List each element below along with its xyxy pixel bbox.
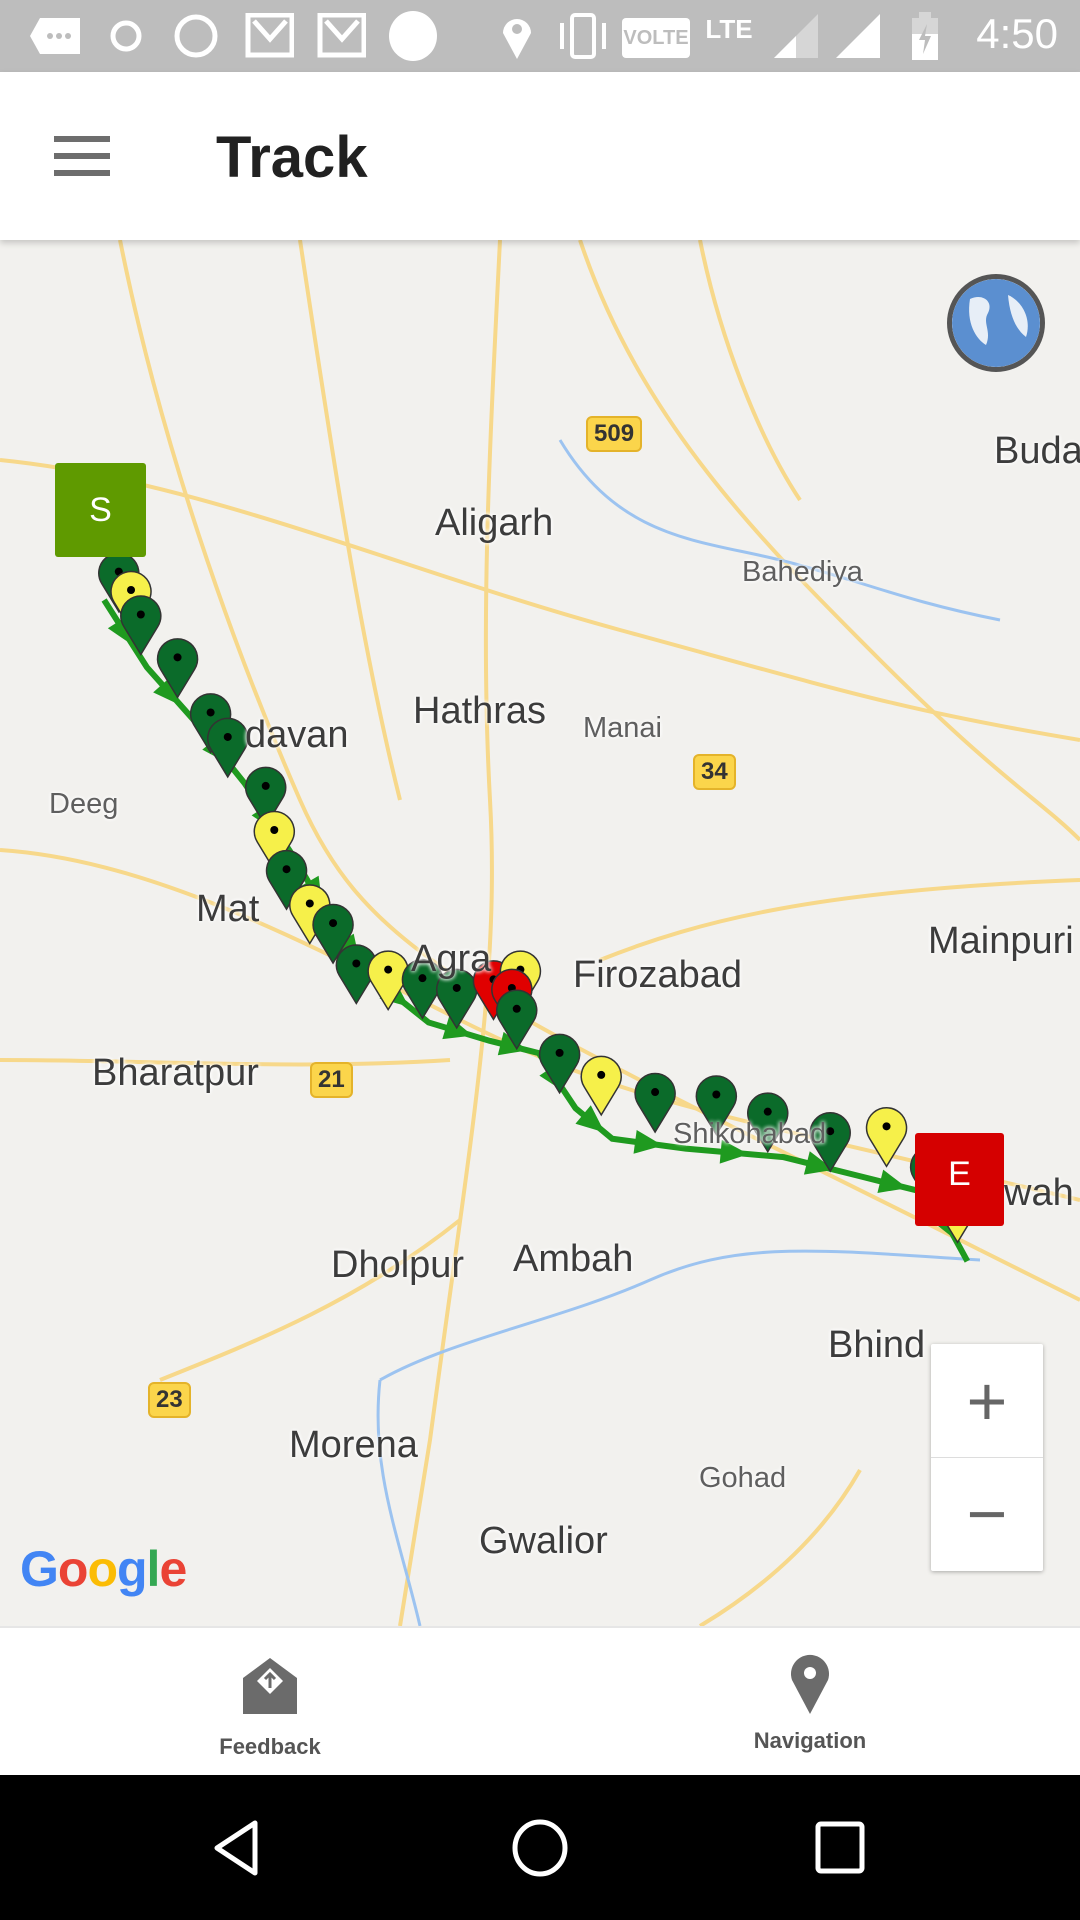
city-label: davan xyxy=(245,714,349,756)
city-label: Mat xyxy=(196,888,260,930)
hamburger-icon[interactable] xyxy=(54,136,110,176)
map-view[interactable]: Aligarh Bahediya Buda Hathras Manai Deeg… xyxy=(0,240,1080,1626)
green-location-pin[interactable] xyxy=(120,595,162,656)
system-nav-bar xyxy=(0,1775,1080,1920)
gmail-icon xyxy=(244,13,294,58)
recents-icon[interactable] xyxy=(805,1813,875,1883)
city-label: Gwalior xyxy=(479,1520,608,1562)
city-label: Firozabad xyxy=(573,954,742,996)
yellow-location-pin[interactable] xyxy=(580,1055,622,1117)
whatsapp-icon xyxy=(172,14,220,58)
city-label: Ambah xyxy=(513,1238,634,1280)
city-label: Dholpur xyxy=(331,1244,465,1286)
battery-charging-icon xyxy=(910,12,940,60)
city-label: Shikohabad xyxy=(673,1118,827,1150)
city-label: Mainpuri xyxy=(928,920,1074,962)
city-label: Agra xyxy=(411,938,492,980)
back-icon[interactable] xyxy=(205,1813,275,1883)
navigation-label: Navigation xyxy=(753,1728,867,1753)
shareit-icon xyxy=(106,14,146,58)
highway-shield: 34 xyxy=(693,754,736,790)
green-location-pin[interactable] xyxy=(634,1072,676,1134)
feedback-button[interactable]: Feedback xyxy=(120,1628,420,1777)
city-label: Buda xyxy=(994,430,1080,472)
green-location-pin[interactable] xyxy=(538,1033,581,1095)
feedback-label: Feedback xyxy=(219,1734,321,1759)
end-marker[interactable]: E xyxy=(915,1133,1004,1226)
city-label: Bahediya xyxy=(742,556,863,588)
city-label: Bhind xyxy=(828,1324,926,1366)
city-label: Bharatpur xyxy=(92,1052,259,1094)
city-label: Gohad xyxy=(699,1462,787,1494)
page-title: Track xyxy=(216,125,368,190)
roads xyxy=(0,240,1080,1626)
vibrate-icon xyxy=(556,13,610,59)
navigation-button[interactable]: Navigation xyxy=(660,1628,960,1777)
city-label: Deeg xyxy=(49,788,119,820)
green-location-pin[interactable] xyxy=(207,717,249,779)
highway-shield: 21 xyxy=(310,1062,353,1098)
clock: 4:50 xyxy=(976,10,1058,57)
circle-icon xyxy=(388,11,438,61)
zoom-in-button[interactable]: + xyxy=(931,1344,1043,1457)
map-type-globe-button[interactable] xyxy=(947,274,1045,372)
signal-icon xyxy=(774,14,818,58)
location-icon xyxy=(500,14,534,59)
highway-shield: 509 xyxy=(586,416,643,452)
status-bar: VOLTE LTE 4:50 xyxy=(0,0,1080,72)
highway-shield: 23 xyxy=(148,1382,191,1418)
google-logo: Google xyxy=(20,1541,187,1597)
signal-icon xyxy=(836,14,880,58)
map-canvas xyxy=(0,240,1080,1626)
feedback-icon xyxy=(243,1658,297,1714)
home-icon[interactable] xyxy=(505,1813,575,1883)
city-label: Manai xyxy=(583,712,662,744)
bottom-bar: Feedback Navigation xyxy=(0,1626,1080,1775)
gmail-icon xyxy=(316,13,366,58)
start-marker[interactable]: S xyxy=(55,463,146,557)
app-toolbar: Track xyxy=(0,72,1080,240)
volte-icon: VOLTE xyxy=(622,18,690,58)
zoom-controls: + − xyxy=(931,1344,1043,1571)
lte-icon: LTE xyxy=(705,14,753,44)
map-pin-icon xyxy=(791,1654,829,1714)
city-label: Morena xyxy=(289,1424,418,1466)
city-label: Hathras xyxy=(413,690,547,732)
zoom-out-button[interactable]: − xyxy=(931,1457,1043,1570)
city-label: Aligarh xyxy=(435,502,554,544)
city-label: wah xyxy=(1004,1172,1074,1214)
globe-icon xyxy=(952,279,1040,367)
